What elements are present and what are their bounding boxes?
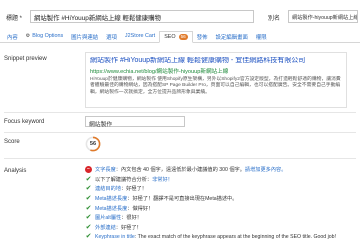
check-icon: ✔ bbox=[85, 204, 92, 212]
tab-label: 圖片與連結 bbox=[71, 35, 99, 41]
analysis-text: : The exact match of the keyphrase appea… bbox=[134, 233, 336, 240]
tab-content[interactable]: 內容 bbox=[3, 31, 22, 42]
analysis-key[interactable]: Meta描述長度 bbox=[95, 205, 127, 212]
snippet-preview: 網站製作 #HiYouup新網站上線 輕鬆健康購物 - 宜佳網路科技有限公司 h… bbox=[85, 52, 347, 108]
score-value: 56 bbox=[89, 141, 97, 147]
check-icon: ✔ bbox=[85, 223, 92, 231]
analysis-item: ✔ 以下了解建議符合分析： 非常好！ bbox=[85, 175, 357, 185]
seo-score-badge: 56 bbox=[178, 34, 188, 40]
tab-images-links[interactable]: 圖片與連結 bbox=[67, 31, 102, 42]
tab-blog-options[interactable]: ⚙ Blog Options bbox=[22, 31, 67, 42]
tab-label: Blog Options bbox=[32, 33, 64, 39]
analysis-text: 以下了解建議符合分析： bbox=[95, 176, 153, 183]
analysis-item: ✔ Meta描述長度 ：好極了！翻譯不是可直接出現在Meta描述中。 bbox=[85, 194, 357, 204]
snippet-preview-label: Snippet preview bbox=[4, 56, 47, 62]
tab-editor-config[interactable]: 設定編輯畫面 bbox=[212, 31, 252, 42]
analysis-text: ：好極了！ bbox=[120, 186, 147, 193]
analysis-key[interactable]: 文字長度 bbox=[95, 166, 116, 173]
error-icon: − bbox=[85, 166, 92, 174]
tab-seo[interactable]: SEO 56 bbox=[159, 31, 193, 43]
analysis-text: ：好極了！翻譯不是可直接出現在Meta描述中。 bbox=[127, 196, 238, 203]
analysis-text: ：內文包含 40 個字，遠遠低於最小建議值的 300 個字。 bbox=[115, 167, 245, 174]
snippet-description: HiYouup於健康購物，網站製作 使用Shopify原生架構，另外以Shopi… bbox=[90, 77, 341, 95]
check-icon: ✔ bbox=[85, 214, 92, 222]
snippet-url: https://www.echia.net/blog/網站製作-hiyouup新… bbox=[90, 69, 229, 75]
snippet-title[interactable]: 網站製作 #HiYouup新網站上線 輕鬆健康購物 - 宜佳網路科技有限公司 bbox=[90, 57, 342, 65]
analysis-link[interactable]: 非常好！ bbox=[152, 176, 173, 183]
focus-keyword-input[interactable]: 網站製作 bbox=[85, 116, 185, 128]
analysis-link[interactable]: 請增加更多內容。 bbox=[245, 166, 287, 173]
check-icon: ✔ bbox=[85, 175, 92, 183]
editor-tabs: 內容 ⚙ Blog Options 圖片與連結 選項 J2Store Cart S… bbox=[0, 31, 360, 43]
alias-label: 別名 bbox=[268, 16, 281, 22]
divider bbox=[4, 112, 356, 113]
analysis-key[interactable]: Keyphrase in title bbox=[95, 234, 135, 240]
analysis-item: ✔ Keyphrase in title : The exact match o… bbox=[85, 232, 357, 242]
tab-permissions[interactable]: 權限 bbox=[252, 31, 271, 42]
analysis-item: ✔ 圖片alt屬性 ：很好！ bbox=[85, 213, 357, 223]
analysis-label: Analysis bbox=[4, 168, 27, 174]
analysis-text: ：好極了！ bbox=[115, 224, 142, 231]
divider bbox=[4, 132, 356, 133]
analysis-key[interactable]: 連結目的地 bbox=[95, 185, 121, 192]
tab-label: 設定編輯畫面 bbox=[215, 35, 248, 41]
analysis-text: ：做得好！ bbox=[127, 205, 154, 212]
analysis-key[interactable]: 外部連結 bbox=[95, 224, 116, 231]
divider bbox=[4, 158, 356, 159]
title-alias-row: 標題 * 網站製作 #HiYouup新網站上線 輕鬆健康購物 別名 網站製作-h… bbox=[4, 10, 358, 24]
analysis-key[interactable]: Meta描述長度 bbox=[95, 195, 127, 202]
tab-publishing[interactable]: 發佈 bbox=[193, 31, 212, 42]
alias-input[interactable]: 網站製作-hiyouup新網站上線 bbox=[288, 10, 358, 23]
tab-label: 權限 bbox=[255, 35, 267, 41]
analysis-key[interactable]: 圖片alt屬性 bbox=[95, 214, 121, 221]
analysis-item: ✔ 外部連結 ：好極了！ bbox=[85, 223, 357, 233]
tab-label: 發佈 bbox=[196, 35, 208, 41]
tab-label: 選項 bbox=[106, 35, 117, 41]
tab-j2store-cart[interactable]: J2Store Cart bbox=[121, 31, 159, 42]
analysis-list: − 文字長度 ：內文包含 40 個字，遠遠低於最小建議值的 300 個字。 請增… bbox=[85, 165, 357, 242]
gear-icon: ⚙ bbox=[25, 33, 31, 39]
analysis-item: ✔ Meta描述長度 ：做得好！ bbox=[85, 203, 357, 213]
check-icon: ✔ bbox=[85, 185, 92, 193]
check-icon: ✔ bbox=[85, 195, 92, 203]
focus-keyword-label: Focus keyword bbox=[4, 119, 45, 125]
tab-options[interactable]: 選項 bbox=[102, 31, 121, 42]
title-label: 標題 * bbox=[6, 16, 23, 22]
check-icon: ✔ bbox=[85, 233, 92, 241]
analysis-item: ✔ 連結目的地 ：好極了！ bbox=[85, 184, 357, 194]
tab-label: J2Store Cart bbox=[124, 33, 156, 39]
analysis-text: ：很好！ bbox=[121, 215, 142, 222]
analysis-item: − 文字長度 ：內文包含 40 個字，遠遠低於最小建議值的 300 個字。 請增… bbox=[85, 165, 357, 175]
tab-label: SEO bbox=[164, 34, 176, 40]
score-label: Score bbox=[4, 139, 20, 145]
title-input[interactable]: 網站製作 #HiYouup新網站上線 輕鬆健康購物 bbox=[30, 10, 254, 23]
tab-label: 內容 bbox=[7, 35, 18, 41]
